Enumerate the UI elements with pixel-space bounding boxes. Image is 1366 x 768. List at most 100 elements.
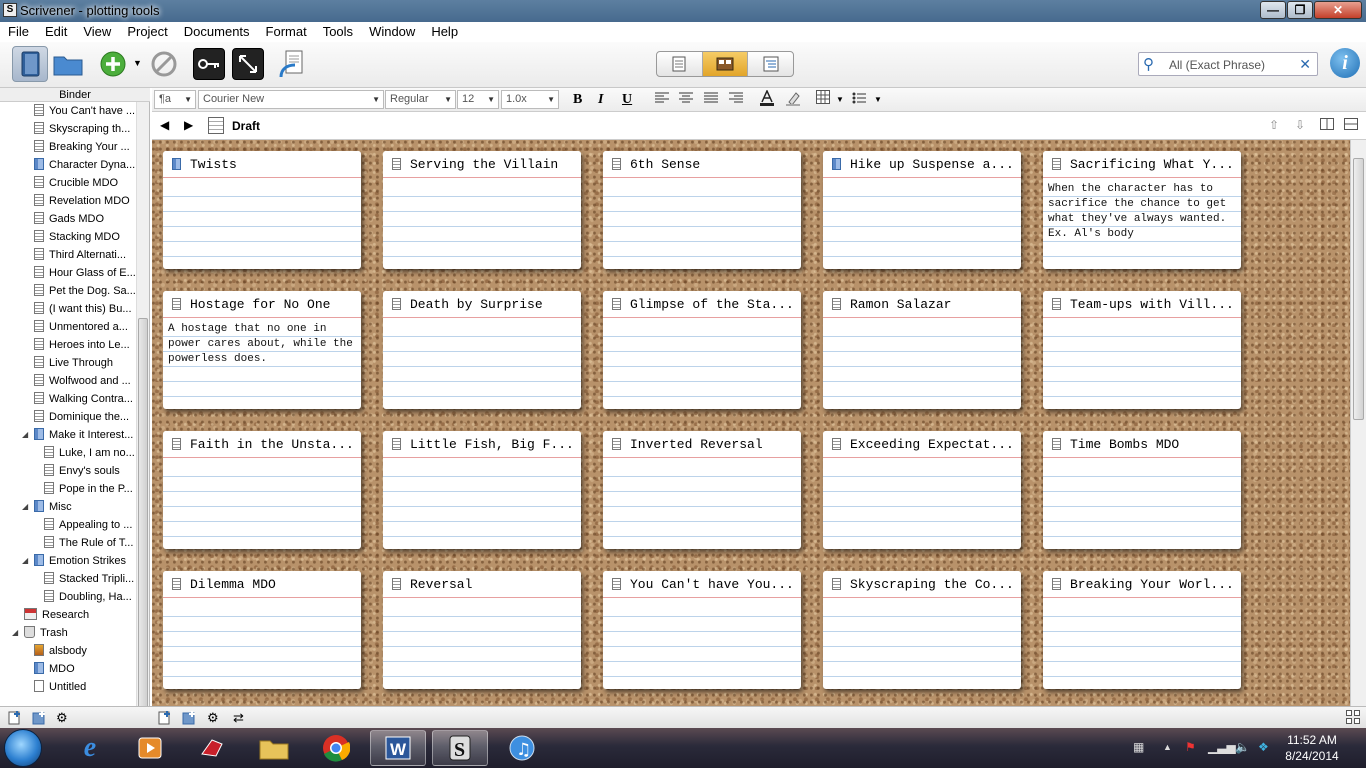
binder-item[interactable]: Breaking Your ... [34,138,130,156]
card-title[interactable]: Breaking Your Worl... [1070,577,1234,592]
card-title-bar[interactable]: Hostage for No One [163,291,361,318]
network-signal-icon[interactable]: ▁▃▅ [1208,740,1236,754]
index-card[interactable]: 6th Sense [603,151,801,269]
add-dropdown-arrow-icon[interactable]: ▼ [133,58,142,68]
card-title[interactable]: Little Fish, Big F... [410,437,574,452]
binder-item[interactable]: Pet the Dog. Sa... [34,282,136,300]
card-title[interactable]: Hostage for No One [190,297,354,312]
card-title[interactable]: Time Bombs MDO [1070,437,1234,452]
binder-item[interactable]: ◢ Emotion Strikes [22,552,126,570]
menu-edit[interactable]: Edit [37,22,75,42]
binder-item[interactable]: Wolfwood and ... [34,372,131,390]
justify-button[interactable] [704,90,718,109]
binder-item[interactable]: Luke, I am no... [44,444,135,462]
volume-icon[interactable]: 🔈 [1235,740,1250,754]
settings-gear-icon[interactable]: ⚙ [56,710,68,725]
add-button[interactable] [97,48,129,80]
card-title[interactable]: Sacrificing What Y... [1070,157,1234,172]
binder-item[interactable]: Hour Glass of E... [34,264,136,282]
disclosure-triangle-icon[interactable]: ◢ [22,426,28,444]
project-search-field[interactable]: ⚲ All (Exact Phrase) ✕ [1138,52,1318,76]
index-card[interactable]: Hostage for No One A hostage that no one … [163,291,361,409]
menu-window[interactable]: Window [361,22,423,42]
index-card[interactable]: You Can't have You... [603,571,801,689]
down-arrow-icon[interactable]: ⇩ [1295,118,1305,132]
binder-item[interactable]: alsbody [34,642,87,660]
corkboard-scrollbar[interactable] [1350,140,1366,706]
binder-item[interactable]: Untitled [34,678,86,696]
card-title[interactable]: Hike up Suspense a... [850,157,1014,172]
typeface-select[interactable]: Regular ▼ [385,90,456,109]
index-card[interactable]: Glimpse of the Sta... [603,291,801,409]
index-card[interactable]: Exceeding Expectat... [823,431,1021,549]
card-title[interactable]: Ramon Salazar [850,297,1014,312]
card-title-bar[interactable]: Faith in the Unsta... [163,431,361,458]
word-icon[interactable]: W [370,730,426,766]
card-title-bar[interactable]: Death by Surprise [383,291,581,318]
card-title-bar[interactable]: Hike up Suspense a... [823,151,1021,178]
index-card[interactable]: Dilemma MDO [163,571,361,689]
binder-item[interactable]: Envy's souls [44,462,120,480]
card-title-bar[interactable]: 6th Sense [603,151,801,178]
menu-view[interactable]: View [75,22,119,42]
binder-item[interactable]: Crucible MDO [34,174,118,192]
binder-item[interactable]: Walking Contra... [34,390,133,408]
card-title-bar[interactable]: Skyscraping the Co... [823,571,1021,598]
card-title[interactable]: You Can't have You... [630,577,794,592]
table-dropdown-icon[interactable]: ▼ [836,90,844,109]
close-button[interactable]: ✕ [1314,1,1362,19]
underline-button[interactable]: U [622,90,632,109]
windows-start-icon[interactable] [4,729,42,767]
maximize-button[interactable]: ❐ [1287,1,1313,19]
binder-item[interactable]: Gads MDO [34,210,104,228]
align-center-button[interactable] [679,90,693,109]
binder-item[interactable]: The Rule of T... [44,534,133,552]
card-synopsis[interactable]: When the character has to sacrifice the … [1048,182,1236,242]
binder-item[interactable]: Doubling, Ha... [44,588,132,606]
binder-item[interactable]: Character Dyna... [34,156,135,174]
forward-arrow-icon[interactable]: ▶ [184,118,193,132]
index-card[interactable]: Team-ups with Vill... [1043,291,1241,409]
back-arrow-icon[interactable]: ◀ [160,118,169,132]
card-title[interactable]: Exceeding Expectat... [850,437,1014,452]
index-card[interactable]: Sacrificing What Y... When the character … [1043,151,1241,269]
bold-button[interactable]: B [573,90,582,109]
minimize-button[interactable]: — [1260,1,1286,19]
chrome-icon[interactable] [308,730,364,766]
scrivenings-view-button[interactable] [657,52,703,76]
outliner-view-button[interactable] [748,52,793,76]
menu-tools[interactable]: Tools [315,22,361,42]
add-card-folder-icon[interactable] [182,710,196,728]
disclosure-triangle-icon[interactable]: ◢ [22,552,28,570]
card-title[interactable]: Faith in the Unsta... [190,437,354,452]
keywords-button[interactable] [193,48,225,80]
add-document-icon[interactable] [8,710,22,728]
card-title[interactable]: Twists [190,157,354,172]
card-title-bar[interactable]: Time Bombs MDO [1043,431,1241,458]
list-button[interactable] [852,90,866,109]
binder-item[interactable]: Stacking MDO [34,228,120,246]
highlight-button[interactable] [785,90,801,111]
index-card[interactable]: Serving the Villain [383,151,581,269]
corkboard-scrollbar-thumb[interactable] [1353,158,1364,420]
binder-item[interactable]: ◢ Trash [12,624,68,642]
card-title[interactable]: Team-ups with Vill... [1070,297,1234,312]
card-title-bar[interactable]: Serving the Villain [383,151,581,178]
italic-button[interactable]: I [598,90,603,109]
align-left-button[interactable] [655,90,669,109]
card-title[interactable]: Skyscraping the Co... [850,577,1014,592]
index-card[interactable]: Reversal [383,571,581,689]
list-dropdown-icon[interactable]: ▼ [874,90,882,109]
index-card[interactable]: Little Fish, Big F... [383,431,581,549]
text-color-button[interactable] [759,89,775,111]
card-title[interactable]: Dilemma MDO [190,577,354,592]
inspector-folder-button[interactable] [52,48,84,80]
menu-project[interactable]: Project [119,22,175,42]
font-size-select[interactable]: 12 ▼ [457,90,499,109]
index-card[interactable]: Faith in the Unsta... [163,431,361,549]
menu-format[interactable]: Format [258,22,315,42]
card-title-bar[interactable]: Dilemma MDO [163,571,361,598]
dropbox-icon[interactable]: ❖ [1258,740,1269,754]
binder-item[interactable]: Live Through [34,354,113,372]
split-vertical-icon[interactable] [1320,118,1334,133]
